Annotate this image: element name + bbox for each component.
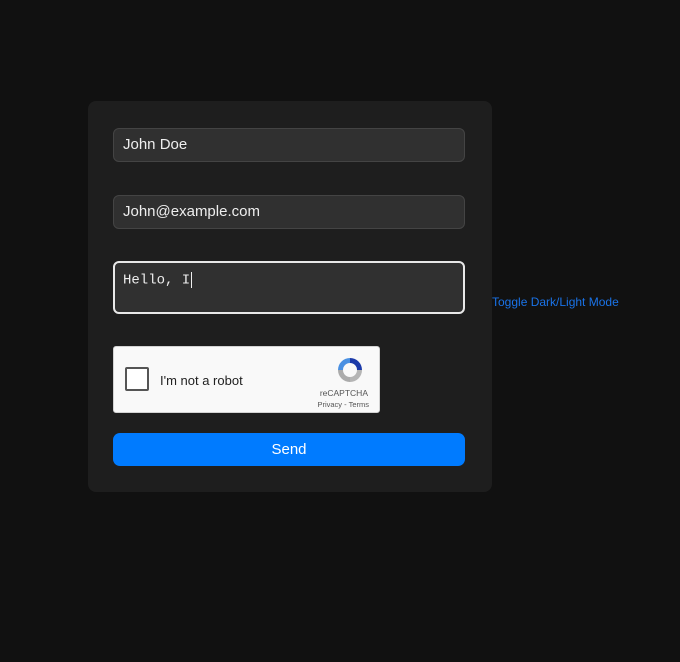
recaptcha-label: I'm not a robot (160, 373, 243, 388)
email-input[interactable]: John@example.com (113, 195, 465, 229)
recaptcha-brand: reCAPTCHA (319, 388, 368, 398)
send-button[interactable]: Send (113, 433, 465, 466)
message-textarea[interactable]: Hello, I (113, 261, 465, 314)
email-value: John@example.com (123, 203, 260, 220)
toggle-theme-link[interactable]: Toggle Dark/Light Mode (492, 295, 619, 309)
recaptcha-logo-icon (338, 358, 362, 382)
message-value: Hello, I (123, 272, 191, 289)
text-caret (191, 272, 193, 288)
contact-form-card: John Doe John@example.com Hello, I I'm n… (88, 101, 492, 492)
recaptcha-widget: I'm not a robot reCAPTCHA Privacy - Term… (113, 346, 380, 413)
name-input[interactable]: John Doe (113, 128, 465, 162)
recaptcha-checkbox[interactable] (125, 367, 149, 391)
recaptcha-terms-link[interactable]: Privacy - Terms (317, 400, 369, 409)
name-value: John Doe (123, 136, 188, 153)
